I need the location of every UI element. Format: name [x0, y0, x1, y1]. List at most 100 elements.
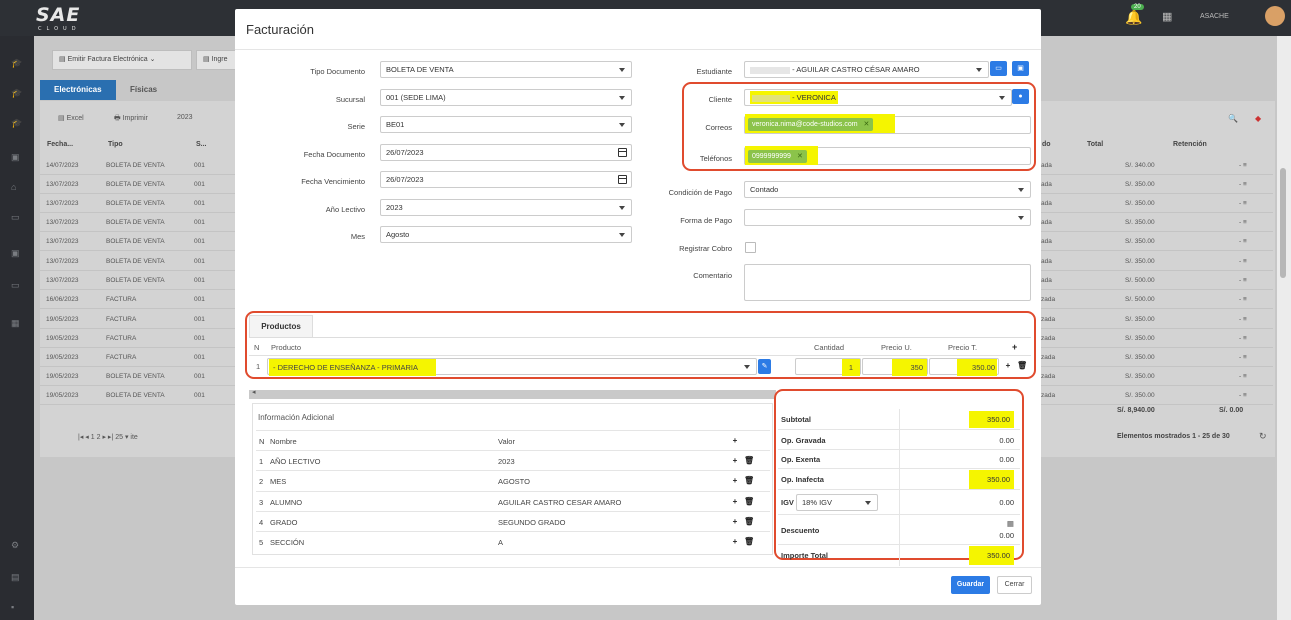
- table-row-right[interactable]: zada S/. 350.00- ≡: [1041, 386, 1273, 405]
- table-row[interactable]: 19/05/2023 FACTURA 001: [40, 310, 240, 329]
- refresh-icon[interactable]: ↻: [1259, 431, 1267, 442]
- ingresar-button[interactable]: ▤ Ingre: [196, 50, 236, 70]
- add-icon[interactable]: +: [730, 517, 740, 527]
- serie-select[interactable]: BE01: [380, 116, 632, 133]
- table-row-right[interactable]: ada S/. 350.00- ≡: [1041, 194, 1273, 213]
- bell-icon[interactable]: 🔔: [1125, 9, 1142, 25]
- trash-icon[interactable]: 🗑: [744, 497, 754, 507]
- sidebar-icon-6[interactable]: ▭: [11, 212, 20, 223]
- print-button[interactable]: 🖶 Imprimir: [114, 114, 148, 125]
- calculator-icon[interactable]: ▦: [1007, 519, 1014, 528]
- sidebar-icon-9[interactable]: ▦: [11, 318, 20, 329]
- sidebar-icon-10[interactable]: ⚙: [11, 540, 19, 551]
- table-row-right[interactable]: zada S/. 350.00- ≡: [1041, 367, 1273, 386]
- add-row-icon[interactable]: +: [1003, 361, 1013, 371]
- sidebar-icon-3[interactable]: 🎓: [11, 118, 22, 129]
- sucursal-select[interactable]: 001 (SEDE LIMA): [380, 89, 632, 106]
- fecha-vencimiento-input[interactable]: 26/07/2023: [380, 171, 632, 188]
- col-tipo[interactable]: Tipo: [108, 141, 123, 148]
- table-row-right[interactable]: zada S/. 500.00- ≡: [1041, 290, 1273, 309]
- table-row[interactable]: 14/07/2023 BOLETA DE VENTA 001: [40, 156, 240, 175]
- trash-icon[interactable]: 🗑: [744, 537, 754, 547]
- forma-pago-select[interactable]: [744, 209, 1031, 226]
- cliente-select[interactable]: - VERONICA: [744, 89, 1012, 106]
- add-icon[interactable]: +: [730, 456, 740, 466]
- tab-productos[interactable]: Productos: [249, 315, 313, 337]
- horizontal-scrollbar[interactable]: [249, 388, 776, 399]
- estudiante-select[interactable]: - AGUILAR CASTRO CÉSAR AMARO: [744, 61, 989, 78]
- table-row[interactable]: 19/05/2023 FACTURA 001: [40, 329, 240, 348]
- add-info-button[interactable]: +: [730, 436, 740, 446]
- table-row[interactable]: 16/06/2023 FACTURA 001: [40, 290, 240, 309]
- client-user-button[interactable]: ●: [1012, 89, 1029, 104]
- search-icon[interactable]: 🔍: [1228, 114, 1238, 123]
- cerrar-button[interactable]: Cerrar: [997, 576, 1032, 594]
- guardar-button[interactable]: Guardar: [951, 576, 990, 594]
- fecha-documento-input[interactable]: 26/07/2023: [380, 144, 632, 161]
- page-scrollbar[interactable]: [1277, 36, 1291, 620]
- add-product-button[interactable]: +: [1012, 342, 1017, 352]
- emitir-factura-button[interactable]: ▤ Emitir Factura Electrónica ⌄: [52, 50, 192, 70]
- excel-button[interactable]: ▤ Excel: [58, 114, 84, 122]
- table-row[interactable]: 13/07/2023 BOLETA DE VENTA 001: [40, 232, 240, 251]
- registrar-cobro-checkbox[interactable]: [745, 242, 756, 253]
- student-profile-button[interactable]: ▣: [1012, 61, 1029, 76]
- mes-select[interactable]: Agosto: [380, 226, 632, 243]
- pager[interactable]: |◂ ◂ 1 2 ▸ ▸| 25 ▾ ite: [78, 433, 138, 441]
- trash-icon[interactable]: 🗑: [1017, 361, 1027, 371]
- igv-select[interactable]: 18% IGV: [796, 494, 878, 511]
- phone-chip[interactable]: 0999999999 ✕: [748, 150, 807, 163]
- table-row[interactable]: 19/05/2023 FACTURA 001: [40, 348, 240, 367]
- email-chip[interactable]: veronica.nima@code-studios.com ✕: [748, 118, 874, 131]
- table-row[interactable]: 13/07/2023 BOLETA DE VENTA 001: [40, 194, 240, 213]
- anio-lectivo-select[interactable]: 2023: [380, 199, 632, 216]
- col-retencion[interactable]: Retención: [1173, 141, 1207, 148]
- table-row-right[interactable]: ada S/. 350.00- ≡: [1041, 232, 1273, 251]
- sidebar-icon-8[interactable]: ▭: [11, 280, 20, 291]
- table-row[interactable]: 13/07/2023 BOLETA DE VENTA 001: [40, 213, 240, 232]
- table-row[interactable]: 13/07/2023 BOLETA DE VENTA 001: [40, 175, 240, 194]
- table-row[interactable]: 13/07/2023 BOLETA DE VENTA 001: [40, 252, 240, 271]
- table-row-right[interactable]: zada S/. 350.00- ≡: [1041, 310, 1273, 329]
- sidebar-icon-11[interactable]: ▤: [11, 572, 20, 583]
- calendar-icon[interactable]: [618, 175, 627, 184]
- sidebar-icon-7[interactable]: ▣: [11, 248, 20, 259]
- sidebar-icon-4[interactable]: ▣: [11, 152, 20, 163]
- add-icon[interactable]: +: [730, 497, 740, 507]
- eraser-icon[interactable]: ◆: [1255, 114, 1261, 123]
- sidebar-icon-2[interactable]: 🎓: [11, 88, 22, 99]
- avatar[interactable]: [1265, 6, 1285, 26]
- add-icon[interactable]: +: [730, 537, 740, 547]
- page-scrollbar-thumb[interactable]: [1280, 168, 1286, 278]
- apps-grid-icon[interactable]: ▦: [1162, 10, 1172, 23]
- add-icon[interactable]: +: [730, 476, 740, 486]
- comentario-textarea[interactable]: [744, 264, 1031, 301]
- table-row-right[interactable]: ada S/. 350.00- ≡: [1041, 252, 1273, 271]
- sidebar-icon-5[interactable]: ⌂: [11, 182, 16, 192]
- col-fecha[interactable]: Fecha...: [47, 141, 73, 148]
- table-row-right[interactable]: ada S/. 500.00- ≡: [1041, 271, 1273, 290]
- sidebar-icon-12[interactable]: ▪: [11, 602, 14, 612]
- tab-electronicas[interactable]: Electrónicas: [40, 80, 116, 100]
- trash-icon[interactable]: 🗑: [744, 456, 754, 466]
- condicion-pago-select[interactable]: Contado: [744, 181, 1031, 198]
- trash-icon[interactable]: 🗑: [744, 476, 754, 486]
- col-estado[interactable]: do: [1042, 141, 1051, 148]
- table-row[interactable]: 19/05/2023 BOLETA DE VENTA 001: [40, 367, 240, 386]
- table-row-right[interactable]: ada S/. 350.00- ≡: [1041, 213, 1273, 232]
- user-name[interactable]: ASACHE: [1200, 13, 1229, 20]
- trash-icon[interactable]: 🗑: [744, 517, 754, 527]
- sidebar-icon-1[interactable]: 🎓: [11, 58, 22, 69]
- calendar-icon[interactable]: [618, 148, 627, 157]
- student-card-button[interactable]: ▭: [990, 61, 1007, 76]
- table-row-right[interactable]: zada S/. 350.00- ≡: [1041, 329, 1273, 348]
- edit-product-button[interactable]: ✎: [758, 359, 771, 374]
- table-row-right[interactable]: zada S/. 350.00- ≡: [1041, 348, 1273, 367]
- year-filter[interactable]: 2023: [177, 114, 193, 121]
- tab-fisicas[interactable]: Físicas: [116, 80, 171, 100]
- table-row[interactable]: 13/07/2023 BOLETA DE VENTA 001: [40, 271, 240, 290]
- table-row-right[interactable]: ada S/. 340.00- ≡: [1041, 156, 1273, 175]
- tipo-documento-select[interactable]: BOLETA DE VENTA: [380, 61, 632, 78]
- col-total[interactable]: Total: [1087, 141, 1103, 148]
- table-row-right[interactable]: ada S/. 350.00- ≡: [1041, 175, 1273, 194]
